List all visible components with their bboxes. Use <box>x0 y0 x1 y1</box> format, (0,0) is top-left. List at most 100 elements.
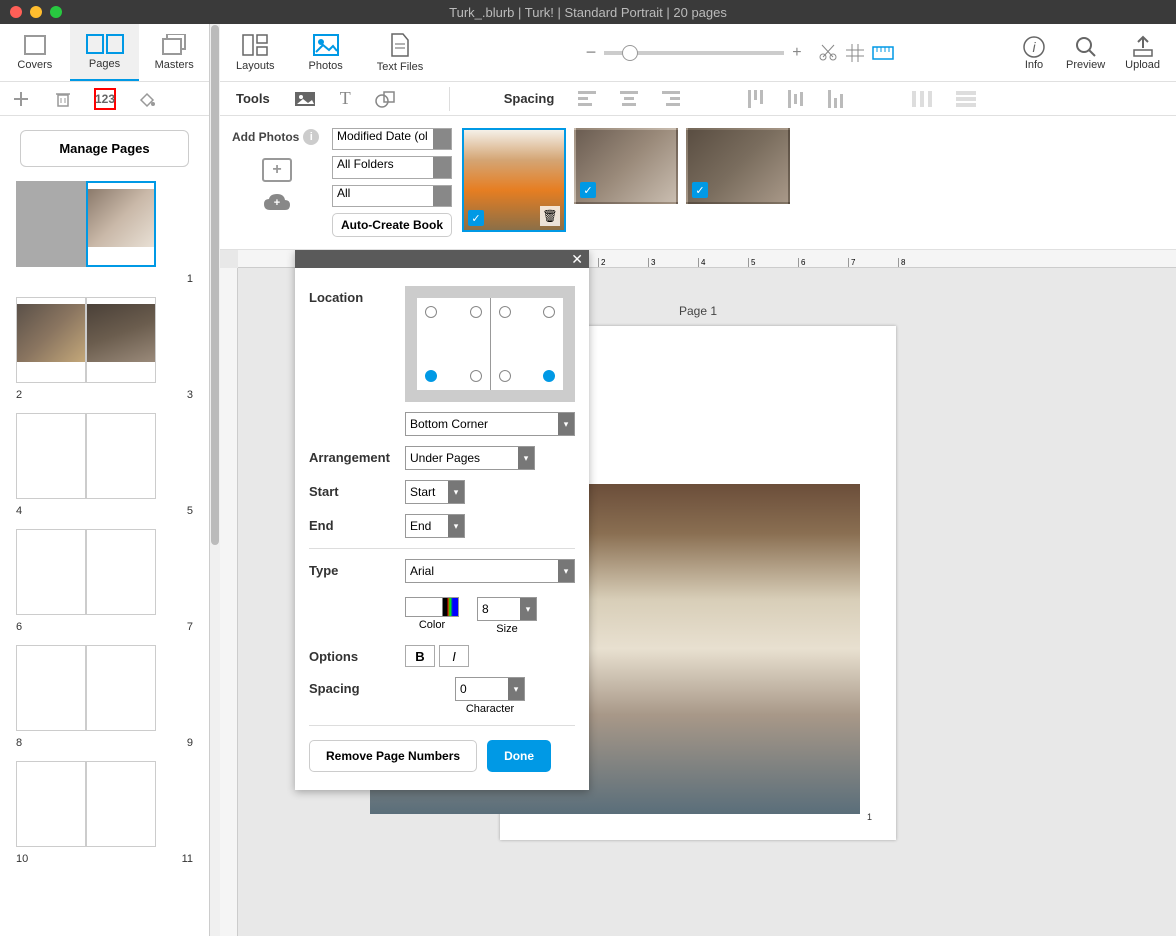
image-tool-icon[interactable] <box>294 91 316 107</box>
info-icon[interactable]: i <box>303 129 319 145</box>
dialog-close-button[interactable]: ✕ <box>295 250 589 268</box>
auto-create-button[interactable]: Auto-Create Book <box>332 213 452 237</box>
loc-left-bottom-inner[interactable] <box>470 370 482 382</box>
location-label: Location <box>309 286 405 305</box>
filter-select[interactable]: All <box>332 185 452 207</box>
check-icon: ✓ <box>580 182 596 198</box>
tab-pages[interactable]: Pages <box>70 24 140 81</box>
delete-page-button[interactable] <box>52 88 74 110</box>
done-button[interactable]: Done <box>487 740 551 772</box>
grid-icon[interactable] <box>846 44 864 62</box>
photo-thumb-2[interactable]: ✓ <box>574 128 678 204</box>
layouts-button[interactable]: Layouts <box>236 33 275 72</box>
page-thumb-4[interactable] <box>16 413 86 499</box>
align-center-icon[interactable] <box>620 91 638 107</box>
page-thumb-9[interactable] <box>86 645 156 731</box>
top-toolbar: Layouts Photos Text Files − + iInfo Prev <box>220 24 1176 82</box>
align-left-icon[interactable] <box>578 91 596 107</box>
spacing-label: Spacing <box>504 91 555 106</box>
page-thumb-7[interactable] <box>86 529 156 615</box>
distribute-h-icon[interactable] <box>912 91 932 107</box>
align-top-icon[interactable] <box>748 90 764 108</box>
zoom-slider[interactable]: − + <box>457 42 1022 63</box>
upload-icon <box>1131 35 1155 59</box>
text-tool-icon[interactable]: T <box>340 88 351 109</box>
page-thumb-5[interactable] <box>86 413 156 499</box>
page-thumb-11[interactable] <box>86 761 156 847</box>
covers-icon <box>21 34 49 56</box>
manage-pages-button[interactable]: Manage Pages <box>20 130 189 167</box>
align-right-icon[interactable] <box>662 91 680 107</box>
location-select[interactable]: Bottom Corner▾ <box>405 412 575 436</box>
check-icon: ✓ <box>468 210 484 226</box>
page-thumb-10[interactable] <box>16 761 86 847</box>
photos-button[interactable]: Photos <box>309 33 343 72</box>
align-bottom-icon[interactable] <box>828 90 844 108</box>
page-thumb-6[interactable] <box>16 529 86 615</box>
sort-select[interactable]: Modified Date (oldest first) <box>332 128 452 150</box>
ruler-icon[interactable] <box>872 46 894 60</box>
location-grid[interactable] <box>405 286 575 402</box>
bold-button[interactable]: B <box>405 645 435 667</box>
page-thumb-blank <box>16 181 86 267</box>
ruler-vertical <box>220 268 238 936</box>
zoom-in-icon[interactable]: + <box>792 44 801 62</box>
svg-text:+: + <box>274 197 280 209</box>
start-select[interactable]: Start▾ <box>405 480 465 504</box>
tab-covers[interactable]: Covers <box>0 24 70 81</box>
end-select[interactable]: End▾ <box>405 514 465 538</box>
info-icon: i <box>1022 35 1046 59</box>
cut-icon[interactable] <box>818 43 838 63</box>
maximize-window-button[interactable] <box>50 6 62 18</box>
loc-left-bottom-outer[interactable] <box>425 370 437 382</box>
loc-left-top-inner[interactable] <box>470 306 482 318</box>
loc-right-top-inner[interactable] <box>499 306 511 318</box>
spacing-input[interactable]: 0▾ <box>455 677 525 701</box>
loc-right-bottom-outer[interactable] <box>543 370 555 382</box>
fill-tool-button[interactable] <box>136 88 158 110</box>
zoom-out-icon[interactable]: − <box>586 42 597 63</box>
folder-select[interactable]: All Folders <box>332 156 452 178</box>
photo-strip: Add Photos i + + Modified Date (oldest f… <box>220 116 1176 250</box>
loc-right-top-outer[interactable] <box>543 306 555 318</box>
photo-thumb-1[interactable]: ✓🗑 <box>462 128 566 232</box>
info-button[interactable]: iInfo <box>1022 35 1046 71</box>
tab-masters[interactable]: Masters <box>139 24 209 81</box>
page-thumb-2[interactable] <box>16 297 86 383</box>
pages-icon <box>85 33 125 55</box>
page-thumb-8[interactable] <box>16 645 86 731</box>
arrangement-select[interactable]: Under Pages▾ <box>405 446 535 470</box>
shape-tool-icon[interactable] <box>375 90 395 108</box>
page-thumb-1[interactable] <box>86 181 156 267</box>
trash-icon[interactable]: 🗑 <box>540 206 560 226</box>
preview-button[interactable]: Preview <box>1066 35 1105 71</box>
canvas-area[interactable]: 012345678 Page 1 1 ✕ Location <box>220 250 1176 936</box>
photos-icon <box>312 33 340 57</box>
page-label: Page 1 <box>679 304 717 318</box>
add-from-computer-button[interactable]: + <box>262 158 292 182</box>
textfiles-button[interactable]: Text Files <box>377 32 423 73</box>
close-window-button[interactable] <box>10 6 22 18</box>
loc-left-top-outer[interactable] <box>425 306 437 318</box>
page-numbers-button[interactable]: 123 <box>94 88 116 110</box>
distribute-v-icon[interactable] <box>956 91 976 107</box>
italic-button[interactable]: I <box>439 645 469 667</box>
window-title: Turk_.blurb | Turk! | Standard Portrait … <box>449 5 727 20</box>
color-picker[interactable] <box>405 597 459 617</box>
sub-toolbar: Tools T Spacing <box>220 82 1176 116</box>
loc-right-bottom-inner[interactable] <box>499 370 511 382</box>
remove-page-numbers-button[interactable]: Remove Page Numbers <box>309 740 477 772</box>
page-thumb-3[interactable] <box>86 297 156 383</box>
photo-thumb-3[interactable]: ✓ <box>686 128 790 204</box>
left-scrollbar[interactable] <box>210 24 220 936</box>
page-thumbnails: 1 23 45 67 89 1011 <box>0 181 209 936</box>
minimize-window-button[interactable] <box>30 6 42 18</box>
add-from-cloud-button[interactable]: + <box>262 192 292 214</box>
search-icon <box>1074 35 1098 59</box>
size-select[interactable]: 8▾ <box>477 597 537 621</box>
upload-button[interactable]: Upload <box>1125 35 1160 71</box>
font-select[interactable]: Arial▾ <box>405 559 575 583</box>
svg-text:i: i <box>1032 39 1036 55</box>
align-middle-icon[interactable] <box>788 90 804 108</box>
add-page-button[interactable] <box>10 88 32 110</box>
